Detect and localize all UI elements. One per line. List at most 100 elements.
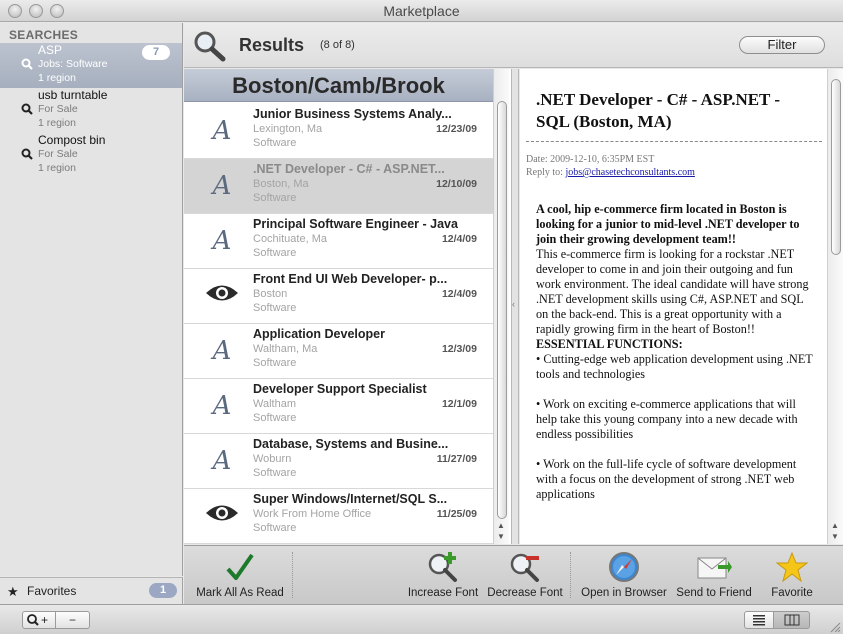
font-icon: A xyxy=(212,391,232,421)
sidebar-item-usb-turntable[interactable]: usb turntable For Sale 1 region xyxy=(0,88,182,133)
posting-meta: Date: 2009-12-10, 6:35PM EST Reply to: j… xyxy=(526,153,695,179)
zoom-window-button[interactable] xyxy=(50,4,64,18)
listing-category: Software xyxy=(253,467,297,479)
send-to-friend-label: Send to Friend xyxy=(676,587,752,599)
favorites-label: Favorites xyxy=(27,584,77,598)
list-item[interactable]: Super Windows/Internet/SQL S... Work From… xyxy=(184,489,493,544)
detail-scroll-thumb[interactable] xyxy=(831,79,841,255)
close-window-button[interactable] xyxy=(8,4,22,18)
font-icon: A xyxy=(212,116,232,146)
toolbar: Mark All As Read Increase Font Decrease … xyxy=(184,545,843,604)
list-item[interactable]: A Principal Software Engineer - Java Cochi… xyxy=(184,214,493,269)
posting-intro: This e-commerce firm is looking for a ro… xyxy=(536,247,809,336)
listing-category: Software xyxy=(253,137,297,149)
decrease-font-label: Decrease Font xyxy=(487,587,563,599)
open-in-browser-label: Open in Browser xyxy=(581,587,667,599)
listing-title: .NET Developer - C# - ASP.NET... xyxy=(253,162,445,176)
bullet-item: • Work on exciting e-commerce applicatio… xyxy=(536,397,798,441)
listing-location: Work From Home Office xyxy=(253,508,372,520)
listing-location: Waltham xyxy=(253,398,296,410)
list-item[interactable]: A Junior Business Systems Analy... Lexingt… xyxy=(184,104,493,159)
list-item[interactable]: A Application Developer Waltham, Ma Softwar… xyxy=(184,324,493,379)
listing-category: Software xyxy=(253,522,297,534)
bottom-bar: + − xyxy=(0,604,843,634)
filter-button[interactable]: Filter xyxy=(739,36,825,54)
sidebar-item-asp[interactable]: ASP Jobs: Software 1 region 7 xyxy=(0,43,182,88)
listing-date: 12/1/09 xyxy=(441,398,477,410)
listing-category: Software xyxy=(253,357,297,369)
listing-category: Software xyxy=(253,247,297,259)
open-in-browser-button[interactable]: Open in Browser xyxy=(578,550,670,599)
envelope-icon xyxy=(697,557,732,579)
font-icon: A xyxy=(212,226,232,256)
scroll-down-arrow-icon[interactable]: ▼ xyxy=(831,532,839,541)
detail-pane: .NET Developer - C# - ASP.NET - SQL (Bos… xyxy=(520,69,843,544)
listing-date: 12/3/09 xyxy=(441,343,477,355)
column-view-icon xyxy=(784,614,799,626)
bullet-item: • Work on the full-life cycle of softwar… xyxy=(536,457,797,501)
favorites-count-badge: 1 xyxy=(149,583,177,598)
listing-date: 12/4/09 xyxy=(441,288,477,300)
listing-date: 12/10/09 xyxy=(436,178,477,190)
mark-all-read-button[interactable]: Mark All As Read xyxy=(194,550,286,599)
sidebar-item-category: For Sale xyxy=(38,103,78,115)
pane-splitter[interactable]: ‹ xyxy=(511,69,519,544)
minimize-window-button[interactable] xyxy=(29,4,43,18)
remove-search-button[interactable]: − xyxy=(56,611,90,629)
eye-icon xyxy=(204,281,240,311)
list-scroll-thumb[interactable] xyxy=(497,101,507,519)
splitter-handle-icon: ‹ xyxy=(512,299,515,309)
sidebar-item-title: Compost bin xyxy=(38,133,106,147)
sidebar-header: SEARCHES xyxy=(9,28,79,42)
listing-category: Software xyxy=(253,192,297,204)
scroll-up-arrow-icon[interactable]: ▲ xyxy=(831,521,839,530)
list-item[interactable]: A Database, Systems and Busine... Woburn So… xyxy=(184,434,493,489)
zoom-in-icon xyxy=(428,552,457,582)
increase-font-button[interactable]: Increase Font xyxy=(406,550,480,599)
listing-location: Woburn xyxy=(253,453,292,465)
reply-to-label: Reply to: xyxy=(526,167,566,178)
checkmark-icon xyxy=(226,553,254,580)
zoom-out-icon xyxy=(510,553,539,582)
listing-title: Developer Support Specialist xyxy=(253,382,427,396)
favorites-item[interactable]: ★ Favorites 1 xyxy=(0,577,183,604)
search-icon xyxy=(21,103,33,115)
list-item[interactable]: A Developer Support Specialist Waltham Soft… xyxy=(184,379,493,434)
region-header: Boston/Camb/Brook xyxy=(184,69,493,102)
listing-date: 11/27/09 xyxy=(436,453,477,465)
add-search-button[interactable]: + xyxy=(22,611,56,629)
decrease-font-button[interactable]: Decrease Font xyxy=(486,550,564,599)
posting-title: .NET Developer - C# - ASP.NET - SQL (Bos… xyxy=(536,90,781,131)
list-item[interactable]: A .NET Developer - C# - ASP.NET... Boston,… xyxy=(184,159,493,214)
listing-title: Junior Business Systems Analy... xyxy=(253,107,452,121)
sidebar-item-compost-bin[interactable]: Compost bin For Sale 1 region xyxy=(0,133,182,178)
sidebar-item-title: usb turntable xyxy=(38,88,108,102)
list-view-button[interactable] xyxy=(744,611,774,629)
resize-grip-icon[interactable] xyxy=(829,621,841,633)
listing-category: Software xyxy=(253,412,297,424)
reply-email-link[interactable]: jobs@chasetechconsultants.com xyxy=(565,167,694,178)
listing-location: Boston xyxy=(253,288,288,300)
posting-date: Date: 2009-12-10, 6:35PM EST xyxy=(526,154,655,165)
detail-scrollbar[interactable]: ▲ ▼ xyxy=(827,69,843,544)
posting-body: A cool, hip e-commerce firm located in B… xyxy=(536,202,816,502)
listing-title: Application Developer xyxy=(253,327,385,341)
scroll-down-arrow-icon[interactable]: ▼ xyxy=(497,532,505,541)
results-count: (8 of 8) xyxy=(320,39,355,51)
favorite-button[interactable]: Favorite xyxy=(760,550,824,599)
listing-location: Waltham, Ma xyxy=(253,343,318,355)
font-icon: A xyxy=(212,171,232,201)
scroll-up-arrow-icon[interactable]: ▲ xyxy=(497,521,505,530)
listing-location: Boston, Ma xyxy=(253,178,309,190)
compass-icon xyxy=(609,552,639,582)
listing-date: 12/23/09 xyxy=(436,123,477,135)
title-bar: Marketplace xyxy=(0,0,843,22)
listing-location: Lexington, Ma xyxy=(253,123,323,135)
list-scrollbar[interactable]: ▲ ▼ xyxy=(493,69,509,544)
send-to-friend-button[interactable]: Send to Friend xyxy=(674,550,754,599)
list-item[interactable]: Front End UI Web Developer- p... Boston So… xyxy=(184,269,493,324)
column-view-button[interactable] xyxy=(774,611,810,629)
mark-all-read-label: Mark All As Read xyxy=(196,587,284,599)
star-icon xyxy=(776,551,808,583)
results-header: Results (8 of 8) Filter xyxy=(184,23,843,68)
